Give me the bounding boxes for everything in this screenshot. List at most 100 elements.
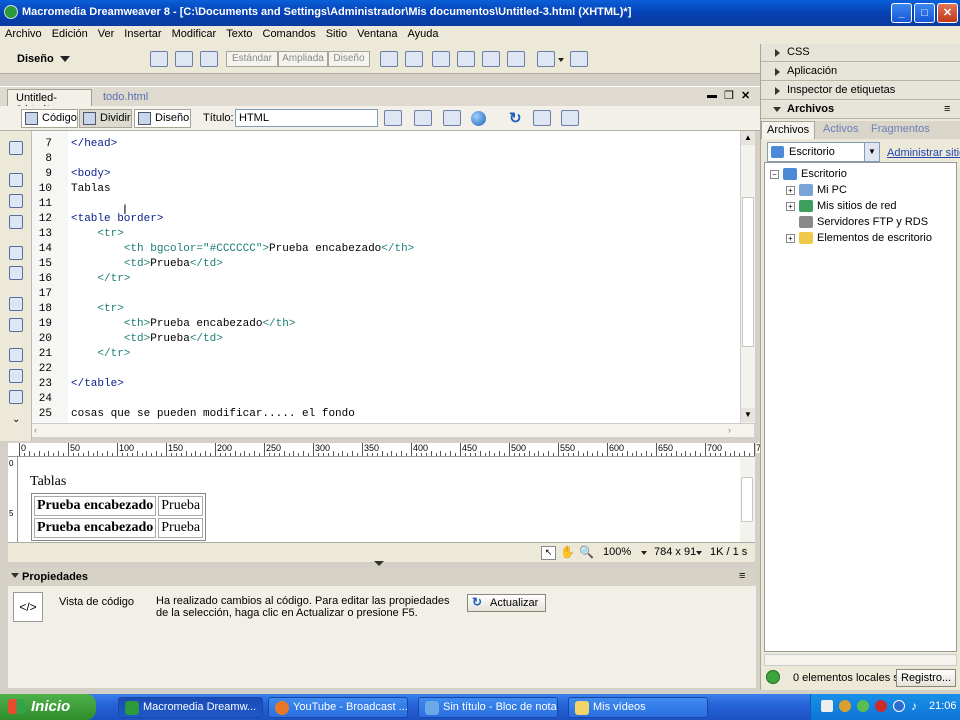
scroll-left-icon[interactable]: ‹ bbox=[34, 425, 37, 435]
refresh-button[interactable]: ↻ Actualizar bbox=[467, 594, 546, 612]
zoom-dropdown-icon[interactable] bbox=[641, 551, 647, 555]
code-line[interactable]: <th bgcolor="#CCCCCC">Prueba encabezado<… bbox=[71, 243, 414, 255]
tabular-data-icon[interactable] bbox=[570, 51, 588, 67]
task-videos[interactable]: Mis vídeos bbox=[568, 697, 708, 718]
table-header-cell[interactable]: Prueba encabezado bbox=[34, 518, 157, 538]
layer-icon[interactable] bbox=[175, 51, 193, 67]
manage-sites-link[interactable]: Administrar sitios bbox=[887, 147, 960, 159]
tree-node[interactable]: + Elementos de escritorio bbox=[786, 232, 932, 245]
tray-volume-icon[interactable]: ♪ bbox=[911, 699, 917, 713]
menu-archivo[interactable]: Archivo bbox=[0, 26, 47, 42]
collapse-icon[interactable]: − bbox=[770, 169, 779, 179]
design-table[interactable]: Prueba encabezado Prueba Prueba encabeza… bbox=[31, 493, 207, 541]
view-options-icon[interactable] bbox=[533, 110, 551, 126]
scroll-up-icon[interactable]: ▲ bbox=[741, 131, 755, 145]
code-line[interactable]: Tablas bbox=[71, 183, 111, 195]
row-above-icon[interactable] bbox=[432, 51, 450, 67]
remove-comment-icon[interactable] bbox=[9, 369, 23, 383]
table-icon[interactable] bbox=[150, 51, 168, 67]
split-view-button[interactable]: Dividir bbox=[79, 109, 132, 128]
code-vertical-scrollbar[interactable]: ▲ ▼ bbox=[740, 131, 755, 423]
layout-cell-icon[interactable] bbox=[380, 51, 398, 67]
table-data-cell[interactable]: Prueba bbox=[158, 518, 204, 538]
tab-fragmentos[interactable]: Fragmentos bbox=[871, 123, 930, 135]
balance-braces-icon[interactable] bbox=[9, 266, 23, 280]
column-right-icon[interactable] bbox=[507, 51, 525, 67]
code-line[interactable]: </tr> bbox=[71, 273, 130, 285]
location-dropdown-icon[interactable]: ▼ bbox=[864, 143, 879, 161]
menu-edicion[interactable]: Edición bbox=[47, 26, 93, 42]
task-dreamweaver[interactable]: Macromedia Dreamw... bbox=[118, 697, 263, 718]
code-line[interactable]: </tr> bbox=[71, 348, 130, 360]
log-button[interactable]: Registro... bbox=[896, 669, 956, 687]
preview-browser-icon[interactable] bbox=[414, 110, 432, 126]
apply-comment-icon[interactable] bbox=[9, 348, 23, 362]
tree-node[interactable]: + Mis sitios de red bbox=[786, 200, 896, 213]
menu-modificar[interactable]: Modificar bbox=[167, 26, 222, 42]
indent-code-icon[interactable] bbox=[9, 390, 23, 404]
select-parent-tag-icon[interactable] bbox=[9, 246, 23, 260]
code-line[interactable]: <tr> bbox=[71, 228, 123, 240]
tray-shield-icon[interactable] bbox=[839, 700, 851, 712]
column-left-icon[interactable] bbox=[482, 51, 500, 67]
close-doc-icon[interactable]: ✕ bbox=[741, 89, 750, 102]
refresh-icon[interactable]: ↻ bbox=[509, 109, 522, 127]
menu-comandos[interactable]: Comandos bbox=[258, 26, 321, 42]
design-vertical-scrollbar[interactable] bbox=[740, 457, 755, 542]
files-options-icon[interactable]: ≡ bbox=[944, 103, 950, 115]
scroll-thumb[interactable] bbox=[742, 197, 754, 347]
properties-options-icon[interactable]: ≡ bbox=[739, 570, 745, 582]
properties-header[interactable]: Propiedades ≡ bbox=[8, 568, 756, 586]
file-management-icon[interactable] bbox=[384, 110, 402, 126]
tray-network-icon[interactable] bbox=[821, 700, 833, 712]
window-size[interactable]: 784 x 91 bbox=[654, 546, 696, 558]
tray-antivirus-icon[interactable] bbox=[875, 700, 887, 712]
menu-ventana[interactable]: Ventana bbox=[352, 26, 402, 42]
category-dropdown-icon[interactable] bbox=[60, 56, 70, 62]
line-numbers-icon[interactable] bbox=[9, 297, 23, 311]
panel-inspector[interactable]: Inspector de etiquetas bbox=[761, 82, 960, 100]
code-line[interactable]: </head> bbox=[71, 138, 117, 150]
location-select[interactable]: Escritorio ▼ bbox=[767, 142, 880, 162]
expand-icon[interactable]: + bbox=[786, 185, 795, 195]
layout-table-icon[interactable] bbox=[200, 51, 218, 67]
highlight-invalid-icon[interactable] bbox=[9, 318, 23, 332]
menu-insertar[interactable]: Insertar bbox=[119, 26, 166, 42]
draw-table-icon[interactable] bbox=[405, 51, 423, 67]
task-notepad[interactable]: Sin título - Bloc de notas bbox=[418, 697, 558, 718]
insert-category[interactable]: Diseño bbox=[17, 53, 54, 65]
code-editor[interactable]: </head> <body> Tablas <table border> <tr> <… bbox=[68, 131, 740, 423]
start-button[interactable]: Inicio bbox=[0, 694, 96, 720]
menu-ver[interactable]: Ver bbox=[93, 26, 120, 42]
tree-node[interactable]: Servidores FTP y RDS bbox=[786, 216, 928, 229]
tab-activos[interactable]: Activos bbox=[823, 123, 858, 135]
frames-icon[interactable] bbox=[537, 51, 555, 67]
frames-dropdown-icon[interactable] bbox=[558, 58, 564, 62]
collapse-properties-icon[interactable] bbox=[374, 561, 384, 566]
expand-icon[interactable]: + bbox=[786, 233, 795, 243]
menu-ayuda[interactable]: Ayuda bbox=[402, 26, 443, 42]
code-view-button[interactable]: Código bbox=[21, 109, 78, 128]
code-line[interactable]: cosas que se pueden modificar..... el fo… bbox=[71, 408, 355, 420]
code-line[interactable]: <td>Prueba</td> bbox=[71, 333, 223, 345]
code-line[interactable]: </table> bbox=[71, 378, 124, 390]
mode-layout-button[interactable]: Diseño bbox=[328, 51, 370, 67]
row-below-icon[interactable] bbox=[457, 51, 475, 67]
tab-untitled-3[interactable]: Untitled-3.html* bbox=[7, 89, 92, 116]
mode-standard-button[interactable]: Estándar bbox=[226, 51, 278, 67]
panel-archivos[interactable]: Archivos bbox=[761, 101, 960, 119]
expand-all-icon[interactable] bbox=[9, 215, 23, 229]
properties-expand-icon[interactable] bbox=[11, 573, 19, 578]
visual-aids-icon[interactable] bbox=[561, 110, 579, 126]
code-line[interactable]: <td>Prueba</td> bbox=[71, 258, 223, 270]
menu-texto[interactable]: Texto bbox=[221, 26, 257, 42]
zoom-tool-icon[interactable]: 🔍 bbox=[579, 545, 594, 559]
menu-sitio[interactable]: Sitio bbox=[321, 26, 352, 42]
code-line[interactable]: <table border> bbox=[71, 213, 163, 225]
maximize-button[interactable]: □ bbox=[914, 3, 935, 23]
panel-aplicacion[interactable]: Aplicación bbox=[761, 63, 960, 81]
scroll-down-icon[interactable]: ▼ bbox=[741, 408, 755, 422]
tree-node[interactable]: + Mi PC bbox=[786, 184, 847, 197]
table-data-cell[interactable]: Prueba bbox=[158, 496, 204, 516]
table-row[interactable]: Prueba encabezado Prueba bbox=[34, 496, 204, 516]
